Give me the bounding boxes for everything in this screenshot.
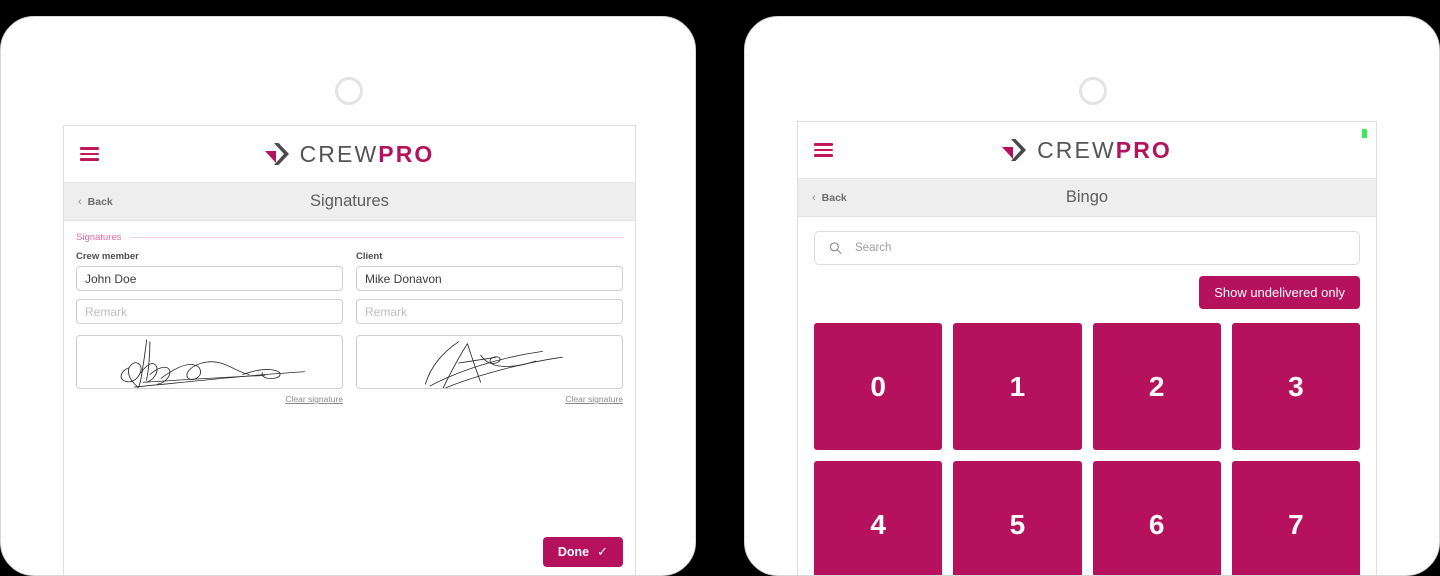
crewpro-logo: CREWPRO <box>264 141 435 168</box>
bingo-tile[interactable]: 4 <box>814 461 943 575</box>
client-label: Client <box>356 251 383 262</box>
tablet-device-left: CREWPRO ‹ Back Signatures Signatures Cre… <box>0 16 696 576</box>
crew-member-signature-pad[interactable] <box>76 335 343 389</box>
logo-text-crew: CREW <box>299 140 379 167</box>
search-input[interactable] <box>853 231 1359 265</box>
logo-mark-icon <box>1002 138 1030 162</box>
back-label: Back <box>87 195 113 208</box>
bingo-body: Show undelivered only 0123 4567 <box>798 217 1376 575</box>
status-indicator <box>1362 129 1367 138</box>
client-remark-input[interactable] <box>356 299 623 324</box>
check-icon: ✓ <box>597 544 608 559</box>
crew-member-column: Crew member John Doe Remark Clear signat… <box>76 251 343 404</box>
client-signature-pad[interactable] <box>356 335 623 389</box>
app-screen-bingo: CREWPRO ‹ Back Bingo Search Show undeliv… <box>797 121 1377 575</box>
tablet-device-right: CREWPRO ‹ Back Bingo Search Show undeliv… <box>744 16 1440 576</box>
logo-text-crew: CREW <box>1037 136 1116 163</box>
page-title-signatures: Signatures <box>310 192 389 210</box>
back-label: Back <box>821 191 847 204</box>
client-column: Client Mike Donavon Remark Clear signatu… <box>356 251 623 404</box>
search-icon <box>829 242 842 255</box>
bingo-tile[interactable]: 1 <box>953 323 1082 450</box>
screenshot-stage: CREWPRO ‹ Back Signatures Signatures Cre… <box>0 0 1440 576</box>
back-button-left[interactable]: ‹ Back <box>78 196 113 208</box>
sub-navbar-right: ‹ Back Bingo <box>798 179 1376 217</box>
app-header-left: CREWPRO <box>64 126 635 183</box>
page-title-bingo: Bingo <box>1065 188 1109 206</box>
app-header-right: CREWPRO <box>798 122 1376 179</box>
logo-text-pro: PRO <box>1115 136 1172 163</box>
show-undelivered-only-button[interactable]: Show undelivered only <box>1199 276 1360 309</box>
app-screen-signatures: CREWPRO ‹ Back Signatures Signatures Cre… <box>63 125 636 575</box>
hamburger-icon[interactable] <box>814 143 833 157</box>
back-button-right[interactable]: ‹ Back <box>812 192 847 204</box>
logo-mark-icon <box>264 142 293 166</box>
crew-member-label: Crew member <box>76 251 139 262</box>
bingo-tile[interactable]: 6 <box>1092 461 1221 575</box>
hamburger-icon[interactable] <box>80 147 99 161</box>
logo-wordmark: CREWPRO <box>1037 137 1172 164</box>
section-header-signatures: Signatures <box>76 232 623 243</box>
section-label: Signatures <box>76 232 122 243</box>
signature-columns: Crew member John Doe Remark Clear signat… <box>76 251 623 404</box>
bingo-tile[interactable]: 3 <box>1231 323 1360 450</box>
done-button[interactable]: Done ✓ <box>542 537 623 567</box>
signatures-form: Signatures Crew member John Doe Remark C… <box>64 221 635 575</box>
bingo-tile[interactable]: 2 <box>1092 323 1221 450</box>
crewpro-logo: CREWPRO <box>1002 137 1172 164</box>
section-divider <box>130 237 623 238</box>
crew-member-remark-input[interactable] <box>76 299 343 324</box>
logo-text-pro: PRO <box>378 140 435 167</box>
search-bar[interactable] <box>814 231 1360 265</box>
client-name-input[interactable] <box>356 266 623 291</box>
logo-wordmark: CREWPRO <box>300 141 435 168</box>
bingo-tile-grid: 0123 4567 <box>814 323 1360 575</box>
crew-member-clear-signature-link[interactable]: Clear signature <box>76 394 343 404</box>
done-label: Done <box>557 545 590 559</box>
bingo-tile[interactable]: 7 <box>1231 461 1360 575</box>
sub-navbar-left: ‹ Back Signatures <box>64 183 635 221</box>
filter-row: Show undelivered only <box>814 276 1360 309</box>
bingo-tile[interactable]: 0 <box>814 323 943 450</box>
chevron-left-icon: ‹ <box>78 195 82 208</box>
home-button-left[interactable] <box>335 77 363 105</box>
bingo-tile[interactable]: 5 <box>953 461 1082 575</box>
crew-member-name-input[interactable] <box>76 266 343 291</box>
home-button-right[interactable] <box>1079 77 1107 105</box>
client-clear-signature-link[interactable]: Clear signature <box>356 394 623 404</box>
chevron-left-icon: ‹ <box>812 191 816 204</box>
